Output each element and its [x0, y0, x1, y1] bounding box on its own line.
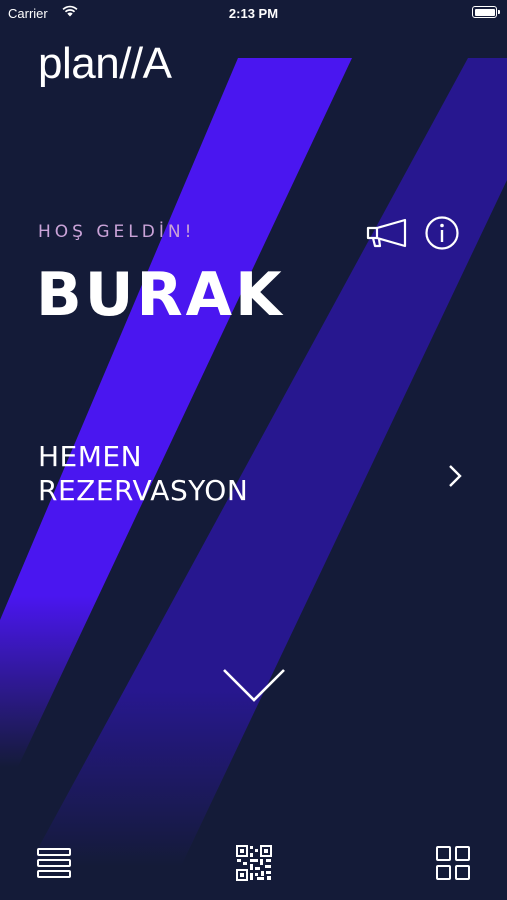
status-bar: Carrier 2:13 PM [0, 0, 507, 28]
megaphone-icon[interactable] [365, 215, 409, 251]
instant-reservation-button[interactable]: HEMEN REZERVASYON [38, 440, 478, 510]
menu-icon[interactable] [36, 845, 72, 881]
qr-code-icon[interactable] [236, 845, 272, 881]
status-time: 2:13 PM [228, 6, 279, 21]
chevron-down-icon[interactable] [222, 667, 286, 703]
reservation-label-line1: HEMEN [38, 440, 143, 473]
user-name: BURAK [36, 260, 285, 330]
info-icon[interactable] [424, 215, 460, 251]
welcome-text: HOŞ GELDİN! [38, 222, 196, 242]
app-logo: plan//A [38, 39, 172, 88]
grid-icon[interactable] [435, 845, 471, 881]
chevron-right-icon [449, 465, 462, 487]
reservation-label-line2: REZERVASYON [38, 474, 249, 507]
battery-icon [472, 6, 500, 18]
